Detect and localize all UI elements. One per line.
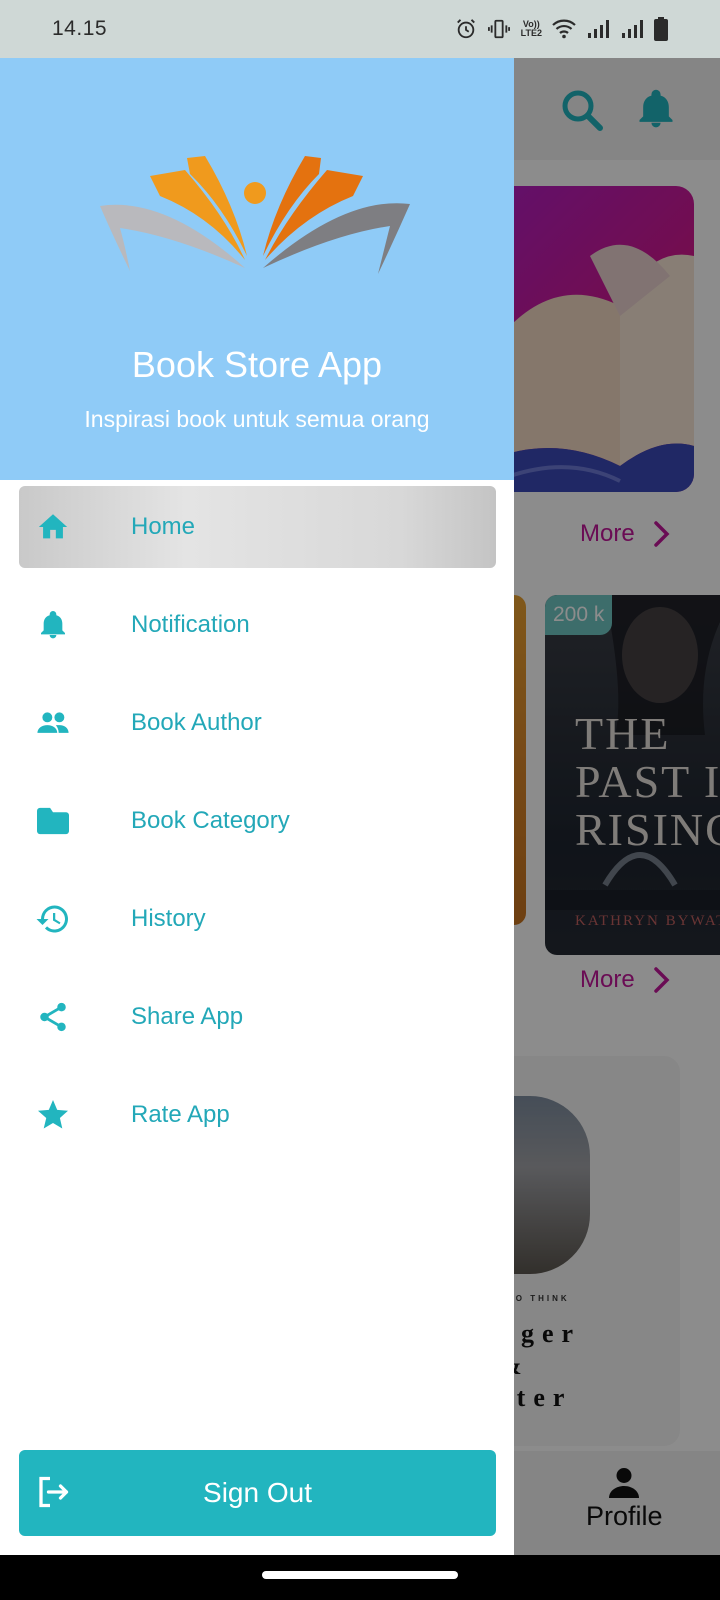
vibrate-icon <box>487 19 510 39</box>
menu-item-book-author[interactable]: Book Author <box>19 682 496 764</box>
battery-icon <box>654 17 668 41</box>
system-nav-bar <box>0 1555 720 1600</box>
menu-item-label: Book Category <box>131 807 290 834</box>
menu-item-label: Home <box>131 513 196 540</box>
menu-item-rate-app[interactable]: Rate App <box>19 1074 496 1156</box>
alarm-icon <box>456 19 475 39</box>
menu-item-label: History <box>131 905 206 932</box>
folder-icon <box>35 803 71 839</box>
bell-icon <box>35 607 71 643</box>
menu-item-share-app[interactable]: Share App <box>19 976 496 1058</box>
history-icon <box>35 901 71 937</box>
share-icon <box>35 999 71 1035</box>
navigation-drawer: Book Store App Inspirasi book untuk semu… <box>0 58 514 1555</box>
book-logo-icon <box>100 156 410 274</box>
star-icon <box>35 1097 71 1133</box>
menu-item-label: Rate App <box>131 1101 230 1128</box>
volte-icon: Vo)) LTE2 <box>520 19 542 38</box>
signal-icon <box>588 20 609 38</box>
signal-icon <box>622 20 643 38</box>
home-icon <box>35 509 71 545</box>
menu-item-history[interactable]: History <box>19 878 496 960</box>
drawer-header: Book Store App Inspirasi book untuk semu… <box>0 58 514 480</box>
sign-out-label: Sign Out <box>203 1477 312 1508</box>
people-icon <box>35 705 71 741</box>
logout-icon <box>39 1476 69 1508</box>
menu-item-label: Share App <box>131 1003 244 1030</box>
app-title: Book Store App <box>131 344 383 385</box>
app-tagline: Inspirasi book untuk semua orang <box>84 406 430 432</box>
status-bar: 14.15 Vo)) LTE2 <box>0 0 720 58</box>
home-gesture-handle[interactable] <box>262 1571 458 1579</box>
wifi-icon <box>552 19 576 39</box>
menu-item-book-category[interactable]: Book Category <box>19 780 496 862</box>
status-time: 14.15 <box>52 17 108 40</box>
status-icons: Vo)) LTE2 <box>455 17 668 41</box>
menu-item-home[interactable]: Home <box>19 486 496 568</box>
menu-item-label: Notification <box>131 611 250 638</box>
menu-item-label: Book Author <box>131 709 262 736</box>
sign-out-button[interactable]: Sign Out <box>19 1450 496 1536</box>
menu-item-notification[interactable]: Notification <box>19 584 496 666</box>
